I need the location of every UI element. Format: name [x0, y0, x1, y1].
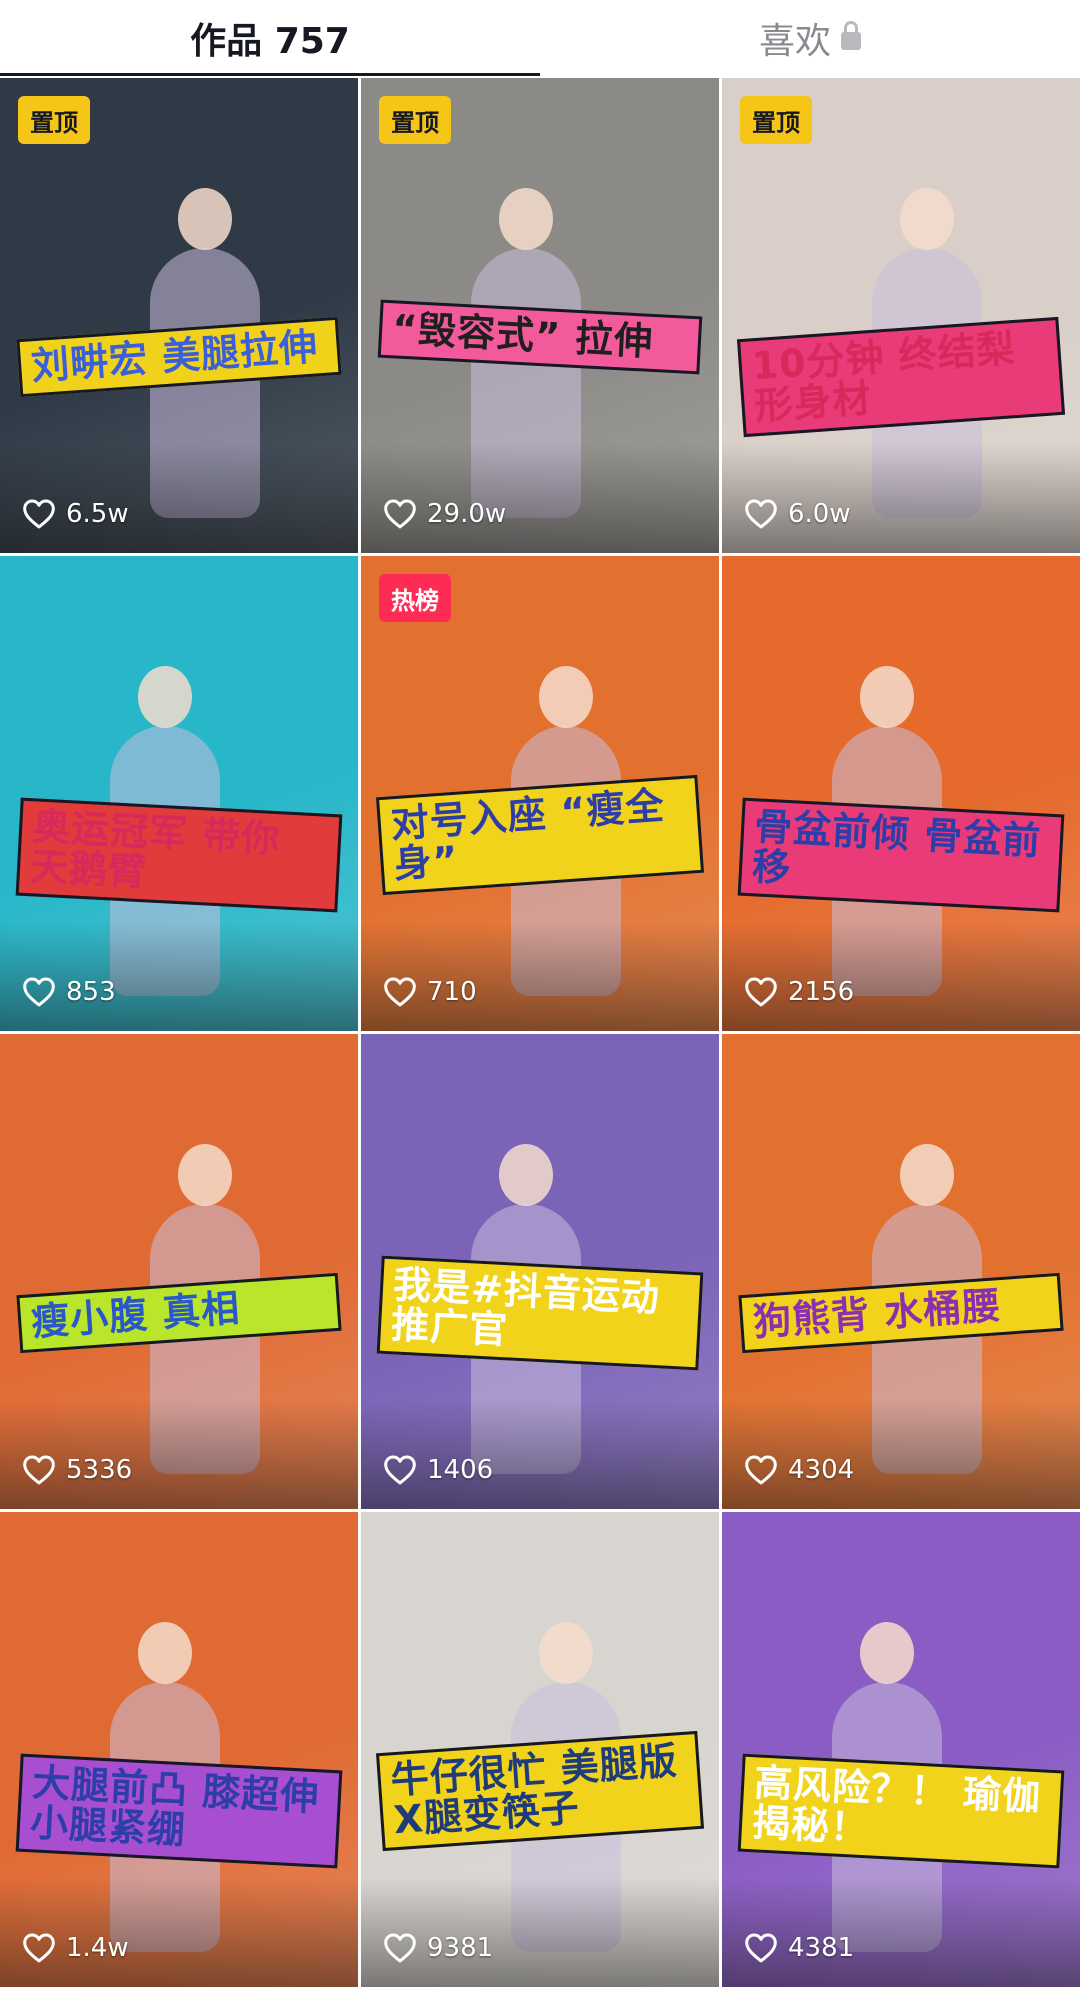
figure-head: [499, 1144, 553, 1206]
like-count: 853: [22, 977, 116, 1007]
like-count-value: 29.0w: [427, 499, 507, 529]
figure-head: [860, 1622, 914, 1684]
like-count-value: 853: [66, 977, 116, 1007]
lock-icon: [841, 21, 861, 50]
bottom-shade: [0, 443, 358, 553]
heart-icon: [384, 1933, 416, 1963]
like-count-value: 9381: [427, 1933, 494, 1963]
thumbnail-headline: 奥运冠军 带你 天鹅臂: [15, 797, 343, 913]
bottom-shade: [722, 1399, 1080, 1509]
heart-icon: [745, 977, 777, 1007]
like-count: 710: [383, 977, 477, 1007]
video-grid: 刘畊宏 美腿拉伸 置顶 6.5w “毁容式” 拉伸 置顶 29.0w 10分钟 终结梨形身材…: [0, 78, 1080, 1987]
like-count-value: 710: [427, 977, 477, 1007]
like-count-value: 6.0w: [788, 499, 851, 529]
video-thumbnail[interactable]: 奥运冠军 带你 天鹅臂 853: [0, 556, 358, 1031]
heart-icon: [745, 499, 777, 529]
thumbnail-headline: 狗熊背 水桶腰: [738, 1272, 1064, 1354]
heart-icon: [384, 499, 416, 529]
tab-works[interactable]: 作品 757: [0, 0, 540, 76]
pinned-badge: 置顶: [740, 96, 812, 144]
figure-head: [178, 1144, 232, 1206]
like-count: 4381: [744, 1933, 854, 1963]
tab-likes[interactable]: 喜欢: [540, 0, 1080, 76]
heart-icon: [23, 1933, 55, 1963]
bottom-shade: [361, 921, 719, 1031]
figure-head: [178, 188, 232, 250]
like-count-value: 2156: [788, 977, 855, 1007]
thumbnail-headline: 对号入座 “瘦全身”: [375, 774, 705, 895]
like-count-value: 6.5w: [66, 499, 129, 529]
figure-head: [539, 1622, 593, 1684]
video-thumbnail[interactable]: 10分钟 终结梨形身材 置顶 6.0w: [722, 78, 1080, 553]
figure-head: [499, 188, 553, 250]
tab-likes-label: 喜欢: [758, 21, 831, 62]
tab-active-indicator: [0, 73, 540, 76]
video-thumbnail[interactable]: 大腿前凸 膝超伸 小腿紧绷 1.4w: [0, 1512, 358, 1987]
bottom-shade: [722, 443, 1080, 553]
heart-icon: [745, 1933, 777, 1963]
bottom-shade: [0, 921, 358, 1031]
video-thumbnail[interactable]: 我是#抖音运动推广官 1406: [361, 1034, 719, 1509]
bottom-shade: [361, 1877, 719, 1987]
like-count-value: 1406: [427, 1455, 494, 1485]
like-count-value: 4381: [788, 1933, 855, 1963]
like-count: 1406: [383, 1455, 493, 1485]
like-count-value: 5336: [66, 1455, 133, 1485]
video-thumbnail[interactable]: “毁容式” 拉伸 置顶 29.0w: [361, 78, 719, 553]
hot-badge: 热榜: [379, 574, 451, 622]
like-count: 1.4w: [22, 1933, 129, 1963]
bottom-shade: [722, 921, 1080, 1031]
figure-head: [539, 666, 593, 728]
like-count: 6.0w: [744, 499, 851, 529]
like-count: 4304: [744, 1455, 854, 1485]
video-thumbnail[interactable]: 狗熊背 水桶腰 4304: [722, 1034, 1080, 1509]
heart-icon: [384, 1455, 416, 1485]
tab-works-label: 作品 757: [190, 21, 350, 62]
heart-icon: [384, 977, 416, 1007]
thumbnail-headline: 瘦小腹 真相: [16, 1272, 342, 1354]
like-count-value: 4304: [788, 1455, 855, 1485]
video-thumbnail[interactable]: 骨盆前倾 骨盆前移 2156: [722, 556, 1080, 1031]
video-thumbnail[interactable]: 刘畊宏 美腿拉伸 置顶 6.5w: [0, 78, 358, 553]
heart-icon: [23, 1455, 55, 1485]
thumbnail-headline: “毁容式” 拉伸: [377, 299, 703, 375]
bottom-shade: [722, 1877, 1080, 1987]
figure-head: [138, 1622, 192, 1684]
bottom-shade: [0, 1399, 358, 1509]
thumbnail-headline: 刘畊宏 美腿拉伸: [16, 316, 342, 398]
video-thumbnail[interactable]: 高风险？！ 瑜伽 揭秘！ 4381: [722, 1512, 1080, 1987]
bottom-shade: [361, 443, 719, 553]
thumbnail-headline: 我是#抖音运动推广官: [376, 1255, 704, 1371]
like-count: 29.0w: [383, 499, 506, 529]
thumbnail-headline: 牛仔很忙 美腿版 X腿变筷子: [375, 1730, 705, 1851]
bottom-shade: [361, 1399, 719, 1509]
video-thumbnail[interactable]: 对号入座 “瘦全身” 热榜 710: [361, 556, 719, 1031]
thumbnail-headline: 高风险？！ 瑜伽 揭秘！: [737, 1753, 1065, 1869]
figure-head: [860, 666, 914, 728]
video-thumbnail[interactable]: 瘦小腹 真相 5336: [0, 1034, 358, 1509]
video-thumbnail[interactable]: 牛仔很忙 美腿版 X腿变筷子 9381: [361, 1512, 719, 1987]
figure-head: [900, 188, 954, 250]
bottom-shade: [0, 1877, 358, 1987]
heart-icon: [23, 977, 55, 1007]
like-count: 5336: [22, 1455, 132, 1485]
like-count: 6.5w: [22, 499, 129, 529]
pinned-badge: 置顶: [379, 96, 451, 144]
thumbnail-headline: 10分钟 终结梨形身材: [736, 316, 1066, 437]
pinned-badge: 置顶: [18, 96, 90, 144]
like-count: 2156: [744, 977, 854, 1007]
like-count-value: 1.4w: [66, 1933, 129, 1963]
thumbnail-headline: 骨盆前倾 骨盆前移: [737, 797, 1065, 913]
heart-icon: [23, 499, 55, 529]
profile-tabs: 作品 757 喜欢: [0, 0, 1080, 76]
like-count: 9381: [383, 1933, 493, 1963]
figure-head: [900, 1144, 954, 1206]
figure-head: [138, 666, 192, 728]
thumbnail-headline: 大腿前凸 膝超伸 小腿紧绷: [15, 1753, 343, 1869]
heart-icon: [745, 1455, 777, 1485]
